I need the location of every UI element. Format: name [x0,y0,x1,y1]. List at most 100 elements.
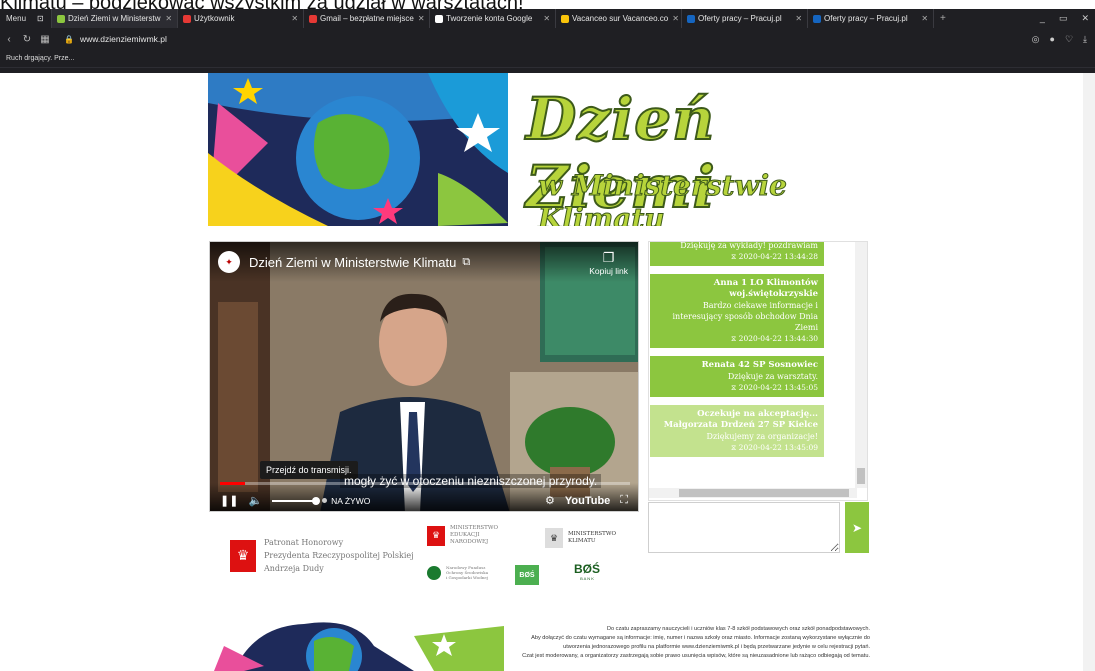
restore-icon[interactable]: ▭ [1059,13,1068,24]
back-icon[interactable]: ‹ [0,34,18,45]
grid-icon[interactable]: ▦ [36,34,54,45]
browser-tab[interactable]: Użytkownik ✕ [178,9,305,28]
chat-message-author: Renata 42 SP Sosnowiec [701,360,818,370]
channel-avatar[interactable]: ✦ [218,251,240,273]
browser-tab[interactable]: Tworzenie konta Google ✕ [430,9,557,28]
bos-green-mark: BØŚ [515,565,539,585]
send-icon: ➤ [851,520,863,535]
fund-circle-icon [427,565,441,580]
chat-message-text: Bardzo ciekawe informacje i interesujący… [672,301,818,332]
patronage-line-1: Patronat Honorowy [264,538,344,547]
bottom-artwork [214,616,504,671]
fund-logo[interactable]: Narodowy Fundusz Ochrony Środowiska i Go… [427,565,488,580]
tab-close-icon[interactable]: ✕ [414,14,425,23]
tab-favicon-icon [687,14,696,23]
chat-message-author: Oczekuje na akceptację... Małgorzata Drd… [663,409,818,430]
patronage-text: Patronat Honorowy Prezydenta Rzeczypospo… [264,536,414,575]
tab-close-icon[interactable]: ✕ [791,14,802,23]
men-line-2: EDUKACJI [450,532,480,538]
download-icon[interactable]: ⤓ [1083,34,1087,45]
browser-tab[interactable]: Oferty pracy – Pracuj.pl ✕ [682,9,809,28]
tab-close-icon[interactable]: ✕ [287,14,298,23]
url-field[interactable]: 🔒 www.dzienziemiwmk.pl [64,34,167,44]
chat-panel[interactable]: Dziękuję za wykłady! pozdrawiam ⧖ 2020-04… [648,241,868,501]
reload-icon[interactable]: ↻ [18,34,36,45]
address-bar-actions: ◎ ● ♡ ⤓ [1032,34,1095,45]
chat-message: Dziękuję za wykłady! pozdrawiam ⧖ 2020-04… [650,242,824,266]
heart-icon[interactable]: ♡ [1065,34,1073,45]
info-line-2: Aby dołączyć do czatu wymagane są inform… [531,635,870,641]
browser-tab[interactable]: Gmail – bezpłatne miejsce ✕ [304,9,431,28]
pause-icon[interactable]: ❚❚ [220,494,238,507]
send-button[interactable]: ➤ [845,502,869,553]
men-eagle-icon: ♛ [427,525,445,546]
bos-bank-logo[interactable]: BØŚ B A N K [574,562,600,581]
browser-tab[interactable]: Oferty pracy – Pracuj.pl ✕ [808,9,935,28]
tab-label: Oferty pracy – Pracuj.pl [824,14,908,23]
chat-message-text: Dziękujemy za organizacje! [706,432,818,441]
youtube-logo[interactable]: YouTube [565,495,610,507]
volume-slider[interactable] [272,496,321,505]
tab-favicon-icon [183,14,192,23]
chat-message-input[interactable] [648,502,840,553]
volume-knob[interactable] [312,496,321,505]
browser-tab[interactable]: Dzień Ziemi w Ministerstw ✕ [52,9,179,28]
fund-text: Narodowy Fundusz Ochrony Środowiska i Go… [446,565,488,580]
tab-strip-icon[interactable]: ⊡ [32,9,53,28]
bos-foundation-logo[interactable]: BØŚ [515,565,539,585]
bookmark-item[interactable]: Ruch drgający. Prze... [6,55,74,62]
tab-favicon-icon [813,14,822,23]
earth-day-banner: Dzień Ziemi w Ministerstwie Klimatu [208,73,868,226]
browser-menu-button[interactable]: Menu [0,14,32,23]
chat-message-list[interactable]: Dziękuję za wykłady! pozdrawiam ⧖ 2020-04… [649,242,857,487]
bookmarks-bar: Ruch drgający. Prze... [0,50,1095,68]
tab-close-icon[interactable]: ✕ [539,14,550,23]
tab-close-icon[interactable]: ✕ [668,14,679,23]
live-label: NA ŻYWO [331,495,371,506]
video-controls-right: ⚙ YouTube ⛶ [545,494,628,507]
chat-horizontal-thumb[interactable] [679,489,849,497]
volume-icon[interactable]: 🔈 [248,494,262,507]
video-top-bar: ✦ Dzień Ziemi w Ministerstwie Klimatu ⧉ [210,242,638,282]
honorary-patronage: ♛ Patronat Honorowy Prezydenta Rzeczypos… [230,536,414,575]
tab-close-icon[interactable]: ✕ [917,14,928,23]
copy-link-button[interactable]: ❐ Kopiuj link [589,250,628,276]
chat-vertical-thumb[interactable] [857,468,865,484]
mk-logo[interactable]: ♛ MINISTERSTWO KLIMATU [545,528,616,548]
playlist-icon[interactable]: ⧉ [462,256,470,269]
polish-eagle-icon: ♛ [230,539,256,572]
mk-line-2: KLIMATU [568,538,596,544]
info-line-4: Czat jest moderowany, a organizatorzy za… [522,653,870,659]
camera-icon[interactable]: ◎ [1032,34,1040,45]
shield-icon[interactable]: ● [1050,34,1055,45]
video-player[interactable]: ✦ Dzień Ziemi w Ministerstwie Klimatu ⧉ … [209,241,639,512]
chat-message: Anna 1 LO Klimontów woj.świętokrzyskie Ba… [650,274,824,348]
men-text: MINISTERSTWO EDUKACJI NARODOWEJ [450,525,498,546]
chat-message: Oczekuje na akceptację... Małgorzata Drd… [650,405,824,457]
video-title[interactable]: Dzień Ziemi w Ministerstwie Klimatu [249,255,456,270]
tab-close-icon[interactable]: ✕ [161,14,172,23]
new-tab-button[interactable]: + [934,13,952,24]
chat-horizontal-scrollbar[interactable] [649,488,857,498]
chat-message-author: Anna 1 LO Klimontów woj.świętokrzyskie [713,278,818,299]
settings-gear-icon[interactable]: ⚙ [545,494,555,507]
live-indicator[interactable]: NA ŻYWO [322,496,370,506]
close-window-icon[interactable]: ✕ [1081,13,1089,24]
chat-message-time: ⧖ 2020-04-22 13:45:05 [731,383,818,392]
browser-tab[interactable]: Vacanceo sur Vacanceo.co ✕ [556,9,683,28]
patronage-line-2: Prezydenta Rzeczypospolitej Polskiej [264,551,414,560]
url-text: www.dzienziemiwmk.pl [79,34,167,44]
window-controls: _ ▭ ✕ [1040,13,1095,24]
page-scrollbar[interactable] [1083,73,1095,671]
tab-label: Vacanceo sur Vacanceo.co [572,14,669,23]
address-bar: ‹ ↻ ▦ 🔒 www.dzienziemiwmk.pl ◎ ● ♡ ⤓ [0,28,1095,50]
minimize-icon[interactable]: _ [1040,13,1045,24]
chat-vertical-scrollbar[interactable] [855,242,867,488]
chat-message-time: ⧖ 2020-04-22 13:44:30 [731,334,818,343]
video-progress-bar[interactable] [220,482,630,485]
men-logo[interactable]: ♛ MINISTERSTWO EDUKACJI NARODOWEJ [427,525,498,546]
bos-bank-mark: BØŚ [574,562,601,576]
chat-message-time: ⧖ 2020-04-22 13:45:09 [731,443,818,452]
chat-message-text: Dziękuję za wykłady! pozdrawiam [680,242,818,250]
fullscreen-icon[interactable]: ⛶ [620,494,628,507]
